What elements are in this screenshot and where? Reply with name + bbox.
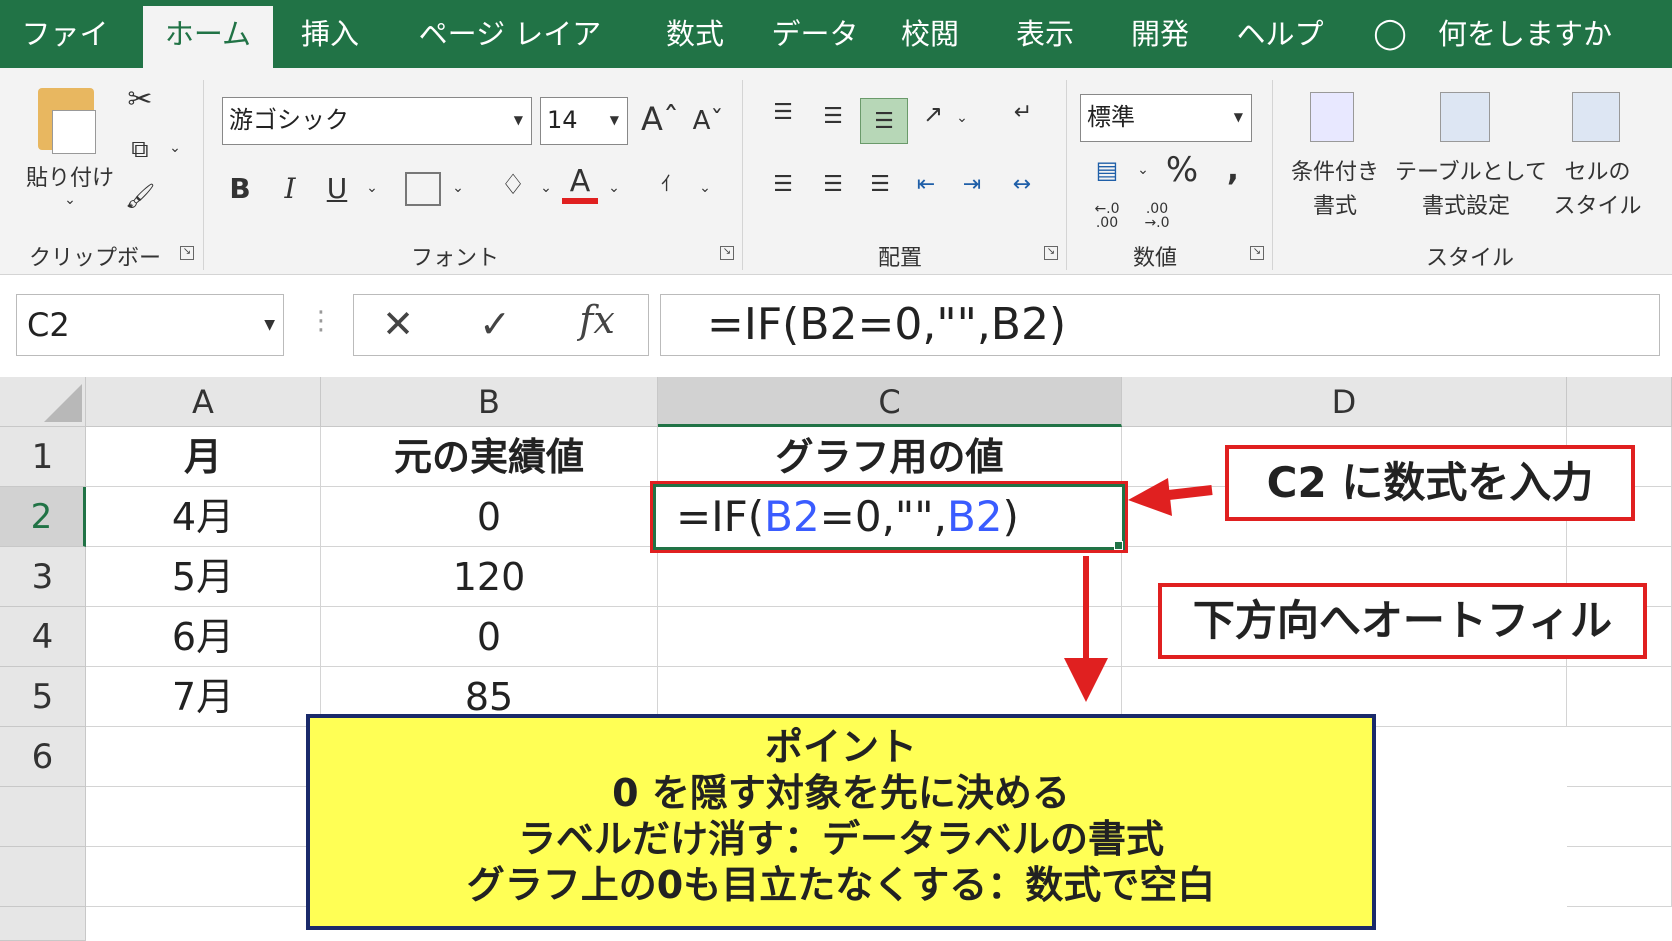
down-arrow-icon — [1064, 658, 1108, 702]
left-arrow-icon — [1128, 478, 1172, 516]
callout-autofill: 下方向へオートフィル — [1158, 583, 1647, 659]
point-line-2: ラベルだけ消す：データラベルの書式 — [517, 817, 1164, 861]
point-box: ポイント 0 を隠す対象を先に決める ラベルだけ消す：データラベルの書式 グラフ… — [306, 714, 1376, 930]
point-line-3: グラフ上の0も目立たなくする：数式で空白 — [466, 863, 1216, 907]
point-line-1: 0 を隠す対象を先に決める — [612, 771, 1070, 815]
callout-input: C2 に数式を入力 — [1225, 445, 1635, 521]
point-title: ポイント — [764, 725, 917, 769]
